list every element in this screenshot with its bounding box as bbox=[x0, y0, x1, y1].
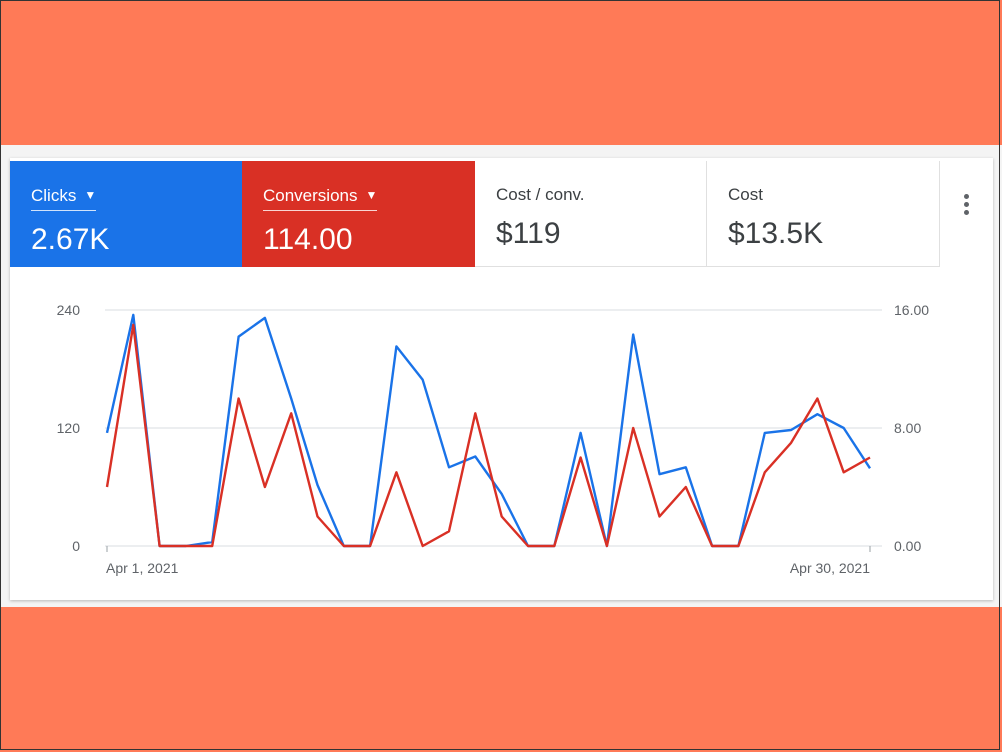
conversions-series-line bbox=[105, 323, 871, 548]
clicks-series-line bbox=[105, 313, 872, 548]
right-axis-tick-label: 16.00 bbox=[894, 302, 929, 318]
performance-line-chart: 0 120 240 0.00 8.00 16.00 Apr 1, 2021 Apr 30, 2… bbox=[57, 302, 930, 576]
performance-card: Clicks ▼ 2.67K Conversions ▼ 114.00 Cost /… bbox=[10, 158, 993, 600]
x-axis-start-label: Apr 1, 2021 bbox=[106, 560, 179, 576]
x-axis-end-label: Apr 30, 2021 bbox=[790, 560, 870, 576]
right-axis-tick-label: 8.00 bbox=[894, 420, 921, 436]
left-axis-tick-label: 120 bbox=[57, 420, 81, 436]
right-axis-tick-label: 0.00 bbox=[894, 538, 921, 554]
left-axis-tick-label: 240 bbox=[57, 302, 81, 318]
left-axis-tick-label: 0 bbox=[72, 538, 80, 554]
